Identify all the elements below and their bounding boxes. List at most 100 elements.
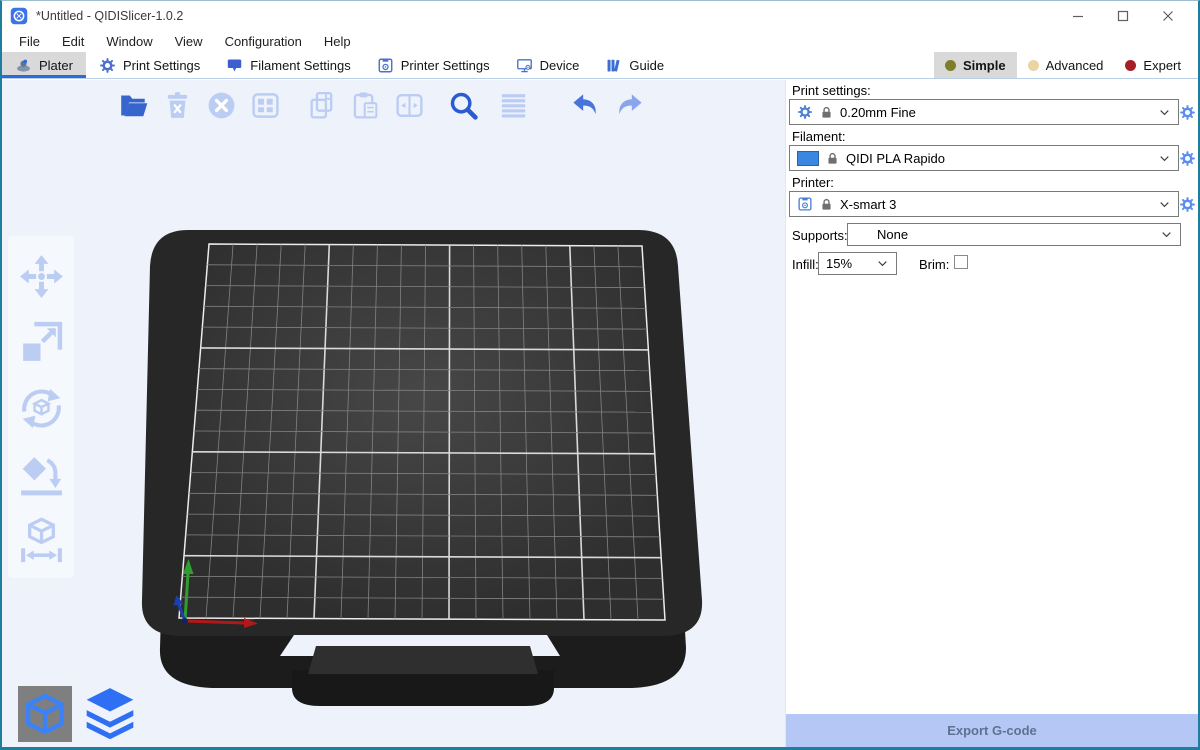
expert-dot-icon bbox=[1125, 60, 1136, 71]
editor-view-button[interactable] bbox=[18, 686, 72, 742]
open-folder-icon bbox=[118, 90, 149, 121]
handle-bar bbox=[308, 646, 538, 674]
layer-lines-icon bbox=[498, 90, 529, 121]
close-button[interactable] bbox=[1145, 3, 1190, 29]
chevron-down-icon bbox=[1160, 228, 1173, 241]
viewport-3d[interactable] bbox=[2, 80, 786, 747]
measure-icon bbox=[17, 516, 66, 565]
settings-panel: Print settings: 0.20mm Fine Filament: QI… bbox=[786, 80, 1198, 747]
filament-icon bbox=[226, 57, 243, 74]
print-bed bbox=[102, 218, 722, 723]
tab-label: Guide bbox=[629, 58, 664, 73]
place-on-face-button[interactable] bbox=[15, 448, 67, 500]
printer-select[interactable]: X-smart 3 bbox=[789, 191, 1179, 217]
guide-icon bbox=[605, 57, 622, 74]
redo-button[interactable] bbox=[610, 86, 648, 124]
undo-button[interactable] bbox=[566, 86, 604, 124]
copy-button[interactable] bbox=[302, 86, 340, 124]
print-settings-select[interactable]: 0.20mm Fine bbox=[789, 99, 1179, 125]
lock-icon bbox=[820, 106, 833, 119]
tab-label: Filament Settings bbox=[250, 58, 350, 73]
simple-dot-icon bbox=[945, 60, 956, 71]
tab-filament-settings[interactable]: Filament Settings bbox=[213, 52, 363, 78]
rotate-button[interactable] bbox=[15, 382, 67, 434]
undo-icon bbox=[570, 90, 601, 121]
mode-advanced[interactable]: Advanced bbox=[1017, 52, 1115, 78]
printer-label: Printer: bbox=[792, 175, 834, 190]
filament-label: Filament: bbox=[792, 129, 845, 144]
minimize-button[interactable] bbox=[1055, 3, 1100, 29]
arrange-icon bbox=[250, 90, 281, 121]
edit-print-settings-button[interactable] bbox=[1179, 104, 1196, 121]
tab-print-settings[interactable]: Print Settings bbox=[86, 52, 213, 78]
variable-layer-height-button[interactable] bbox=[494, 86, 532, 124]
move-button[interactable] bbox=[15, 250, 67, 302]
search-button[interactable] bbox=[444, 86, 482, 124]
lock-icon bbox=[820, 198, 833, 211]
chevron-down-icon bbox=[876, 257, 889, 270]
printer-icon bbox=[797, 196, 813, 212]
edit-filament-button[interactable] bbox=[1179, 150, 1196, 167]
tab-guide[interactable]: Guide bbox=[592, 52, 677, 78]
titlebar: *Untitled - QIDISlicer-1.0.2 bbox=[2, 1, 1198, 30]
lock-icon bbox=[826, 152, 839, 165]
mode-label: Expert bbox=[1143, 58, 1181, 73]
arrange-button[interactable] bbox=[246, 86, 284, 124]
menu-item-window[interactable]: Window bbox=[95, 34, 163, 49]
print-settings-value: 0.20mm Fine bbox=[840, 105, 916, 120]
app-logo-icon bbox=[10, 7, 28, 25]
menu-item-help[interactable]: Help bbox=[313, 34, 362, 49]
chevron-down-icon bbox=[1158, 106, 1171, 119]
edit-printer-button[interactable] bbox=[1179, 196, 1196, 213]
mode-switcher: Simple Advanced Expert bbox=[934, 52, 1198, 78]
app-window: *Untitled - QIDISlicer-1.0.2 File Edit W… bbox=[0, 0, 1200, 750]
tab-label: Device bbox=[540, 58, 580, 73]
filament-select[interactable]: QIDI PLA Rapido bbox=[789, 145, 1179, 171]
measure-button[interactable] bbox=[15, 514, 67, 566]
tab-device[interactable]: Device bbox=[503, 52, 593, 78]
gizmo-toolbar bbox=[8, 236, 74, 578]
trash-icon bbox=[162, 90, 193, 121]
mode-simple[interactable]: Simple bbox=[934, 52, 1017, 78]
preview-view-button[interactable] bbox=[81, 680, 139, 742]
filament-value: QIDI PLA Rapido bbox=[846, 151, 945, 166]
split-icon bbox=[394, 90, 425, 121]
export-gcode-button[interactable]: Export G-code bbox=[786, 714, 1198, 747]
printer-icon bbox=[377, 57, 394, 74]
place-on-face-icon bbox=[17, 450, 66, 499]
mode-expert[interactable]: Expert bbox=[1114, 52, 1192, 78]
copy-icon bbox=[306, 90, 337, 121]
printer-value: X-smart 3 bbox=[840, 197, 896, 212]
delete-all-button[interactable] bbox=[202, 86, 240, 124]
plater-toolbar bbox=[114, 86, 654, 124]
maximize-button[interactable] bbox=[1100, 3, 1145, 29]
tab-plater[interactable]: Plater bbox=[2, 52, 86, 78]
scale-button[interactable] bbox=[15, 316, 67, 368]
plater-icon bbox=[15, 57, 32, 74]
delete-button[interactable] bbox=[158, 86, 196, 124]
tab-label: Print Settings bbox=[123, 58, 200, 73]
mode-label: Advanced bbox=[1046, 58, 1104, 73]
filament-color-swatch bbox=[797, 151, 819, 166]
split-button[interactable] bbox=[390, 86, 428, 124]
gear-icon bbox=[797, 104, 813, 120]
sliced-layers-icon bbox=[82, 683, 138, 739]
chevron-down-icon bbox=[1158, 152, 1171, 165]
brim-checkbox[interactable] bbox=[954, 255, 968, 269]
supports-select[interactable]: None bbox=[847, 223, 1181, 246]
paste-icon bbox=[350, 90, 381, 121]
view-switcher bbox=[18, 680, 139, 742]
tab-printer-settings[interactable]: Printer Settings bbox=[364, 52, 503, 78]
paste-button[interactable] bbox=[346, 86, 384, 124]
menu-item-file[interactable]: File bbox=[8, 34, 51, 49]
delete-all-icon bbox=[206, 90, 237, 121]
menu-item-edit[interactable]: Edit bbox=[51, 34, 95, 49]
window-title: *Untitled - QIDISlicer-1.0.2 bbox=[36, 9, 183, 23]
advanced-dot-icon bbox=[1028, 60, 1039, 71]
search-icon bbox=[448, 90, 479, 121]
open-button[interactable] bbox=[114, 86, 152, 124]
menu-item-configuration[interactable]: Configuration bbox=[214, 34, 313, 49]
infill-select[interactable]: 15% bbox=[818, 252, 897, 275]
infill-value: 15% bbox=[826, 256, 852, 271]
menu-item-view[interactable]: View bbox=[164, 34, 214, 49]
